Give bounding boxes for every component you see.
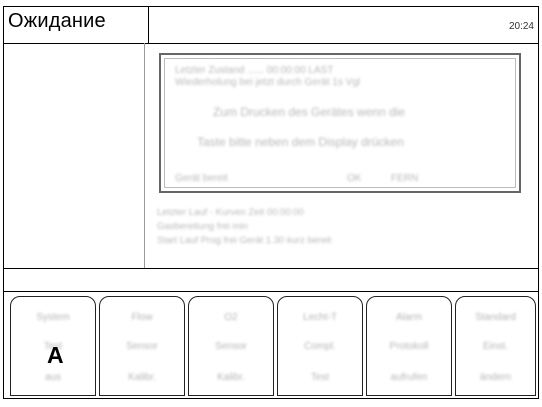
softkey-label: Sensor: [215, 341, 247, 352]
softkey-leak-compliance-test[interactable]: Lecht-T Compl. Test: [277, 296, 363, 396]
title-divider: [148, 7, 149, 43]
softkey-label: ändern: [479, 372, 512, 383]
softkey-label: Einst.: [482, 341, 508, 352]
dialog-footer-left: Gerät bereit: [175, 173, 228, 184]
softkey-label: Sensor: [126, 341, 158, 352]
softkey-label: Standard: [475, 312, 516, 323]
info-line-2: Gasbereitung frei min: [157, 221, 248, 232]
softkey-label: Kalibr.: [217, 372, 245, 383]
status-bar: [4, 269, 538, 292]
annotation-marker: A: [47, 342, 64, 368]
softkey-label: aus: [44, 372, 62, 383]
softkey-label: aufrufen: [390, 372, 428, 383]
dialog-footer-mid: OK: [347, 173, 362, 184]
dialog-line-1: Letzter Zustand ...... 00:00:00 LAST: [175, 65, 334, 76]
softkey-standard-settings[interactable]: Standard Einst. ändern: [455, 296, 536, 396]
softkey-o2-sensor-calibrate[interactable]: O2 Sensor Kalibr.: [188, 296, 274, 396]
softkey-label: Compl.: [304, 341, 336, 352]
title-bar: Ожидание 20:24: [4, 7, 538, 44]
softkey-alarm-log[interactable]: Alarm Protokoll aufrufen: [366, 296, 452, 396]
softkey-label: Kalibr.: [128, 372, 156, 383]
softkey-label: O2: [224, 312, 238, 323]
info-line-3: Start Lauf Prog frei Gerät 1.30 kurz ber…: [157, 235, 332, 246]
softkey-label: Flow: [131, 312, 153, 323]
monitor-screen: Ожидание 20:24 Letzter Zustand ...... 00…: [3, 6, 539, 399]
right-panel: Letzter Zustand ...... 00:00:00 LAST Wie…: [145, 43, 538, 268]
message-dialog: Letzter Zustand ...... 00:00:00 LAST Wie…: [159, 53, 521, 193]
softkey-label: System: [36, 312, 70, 323]
dialog-line-3: Zum Drucken des Gerätes wenn die: [213, 105, 406, 119]
dialog-inner-frame: Letzter Zustand ...... 00:00:00 LAST Wie…: [164, 58, 516, 188]
softkey-label: Alarm: [395, 312, 423, 323]
softkey-label: Protokoll: [389, 341, 429, 352]
softkey-flow-sensor-calibrate[interactable]: Flow Sensor Kalibr.: [99, 296, 185, 396]
dialog-line-4: Taste bitte neben dem Display drücken: [197, 135, 404, 149]
info-line-1: Letzter Lauf - Kurven Zeit 00:00:00: [157, 207, 304, 218]
dialog-line-2: Wiederholung bei jetzt durch Gerät 1s Vg…: [175, 77, 361, 88]
clock: 20:24: [508, 21, 534, 32]
left-panel: [4, 43, 145, 268]
softkey-row: System Test aus Flow Sensor Kalibr. O2 S…: [4, 292, 538, 398]
dialog-footer-right: FERN: [391, 173, 419, 184]
main-area: Letzter Zustand ...... 00:00:00 LAST Wie…: [4, 43, 538, 269]
screen-title: Ожидание: [8, 10, 106, 32]
softkey-label: Test: [310, 372, 330, 383]
softkey-label: Lecht-T: [303, 312, 337, 323]
